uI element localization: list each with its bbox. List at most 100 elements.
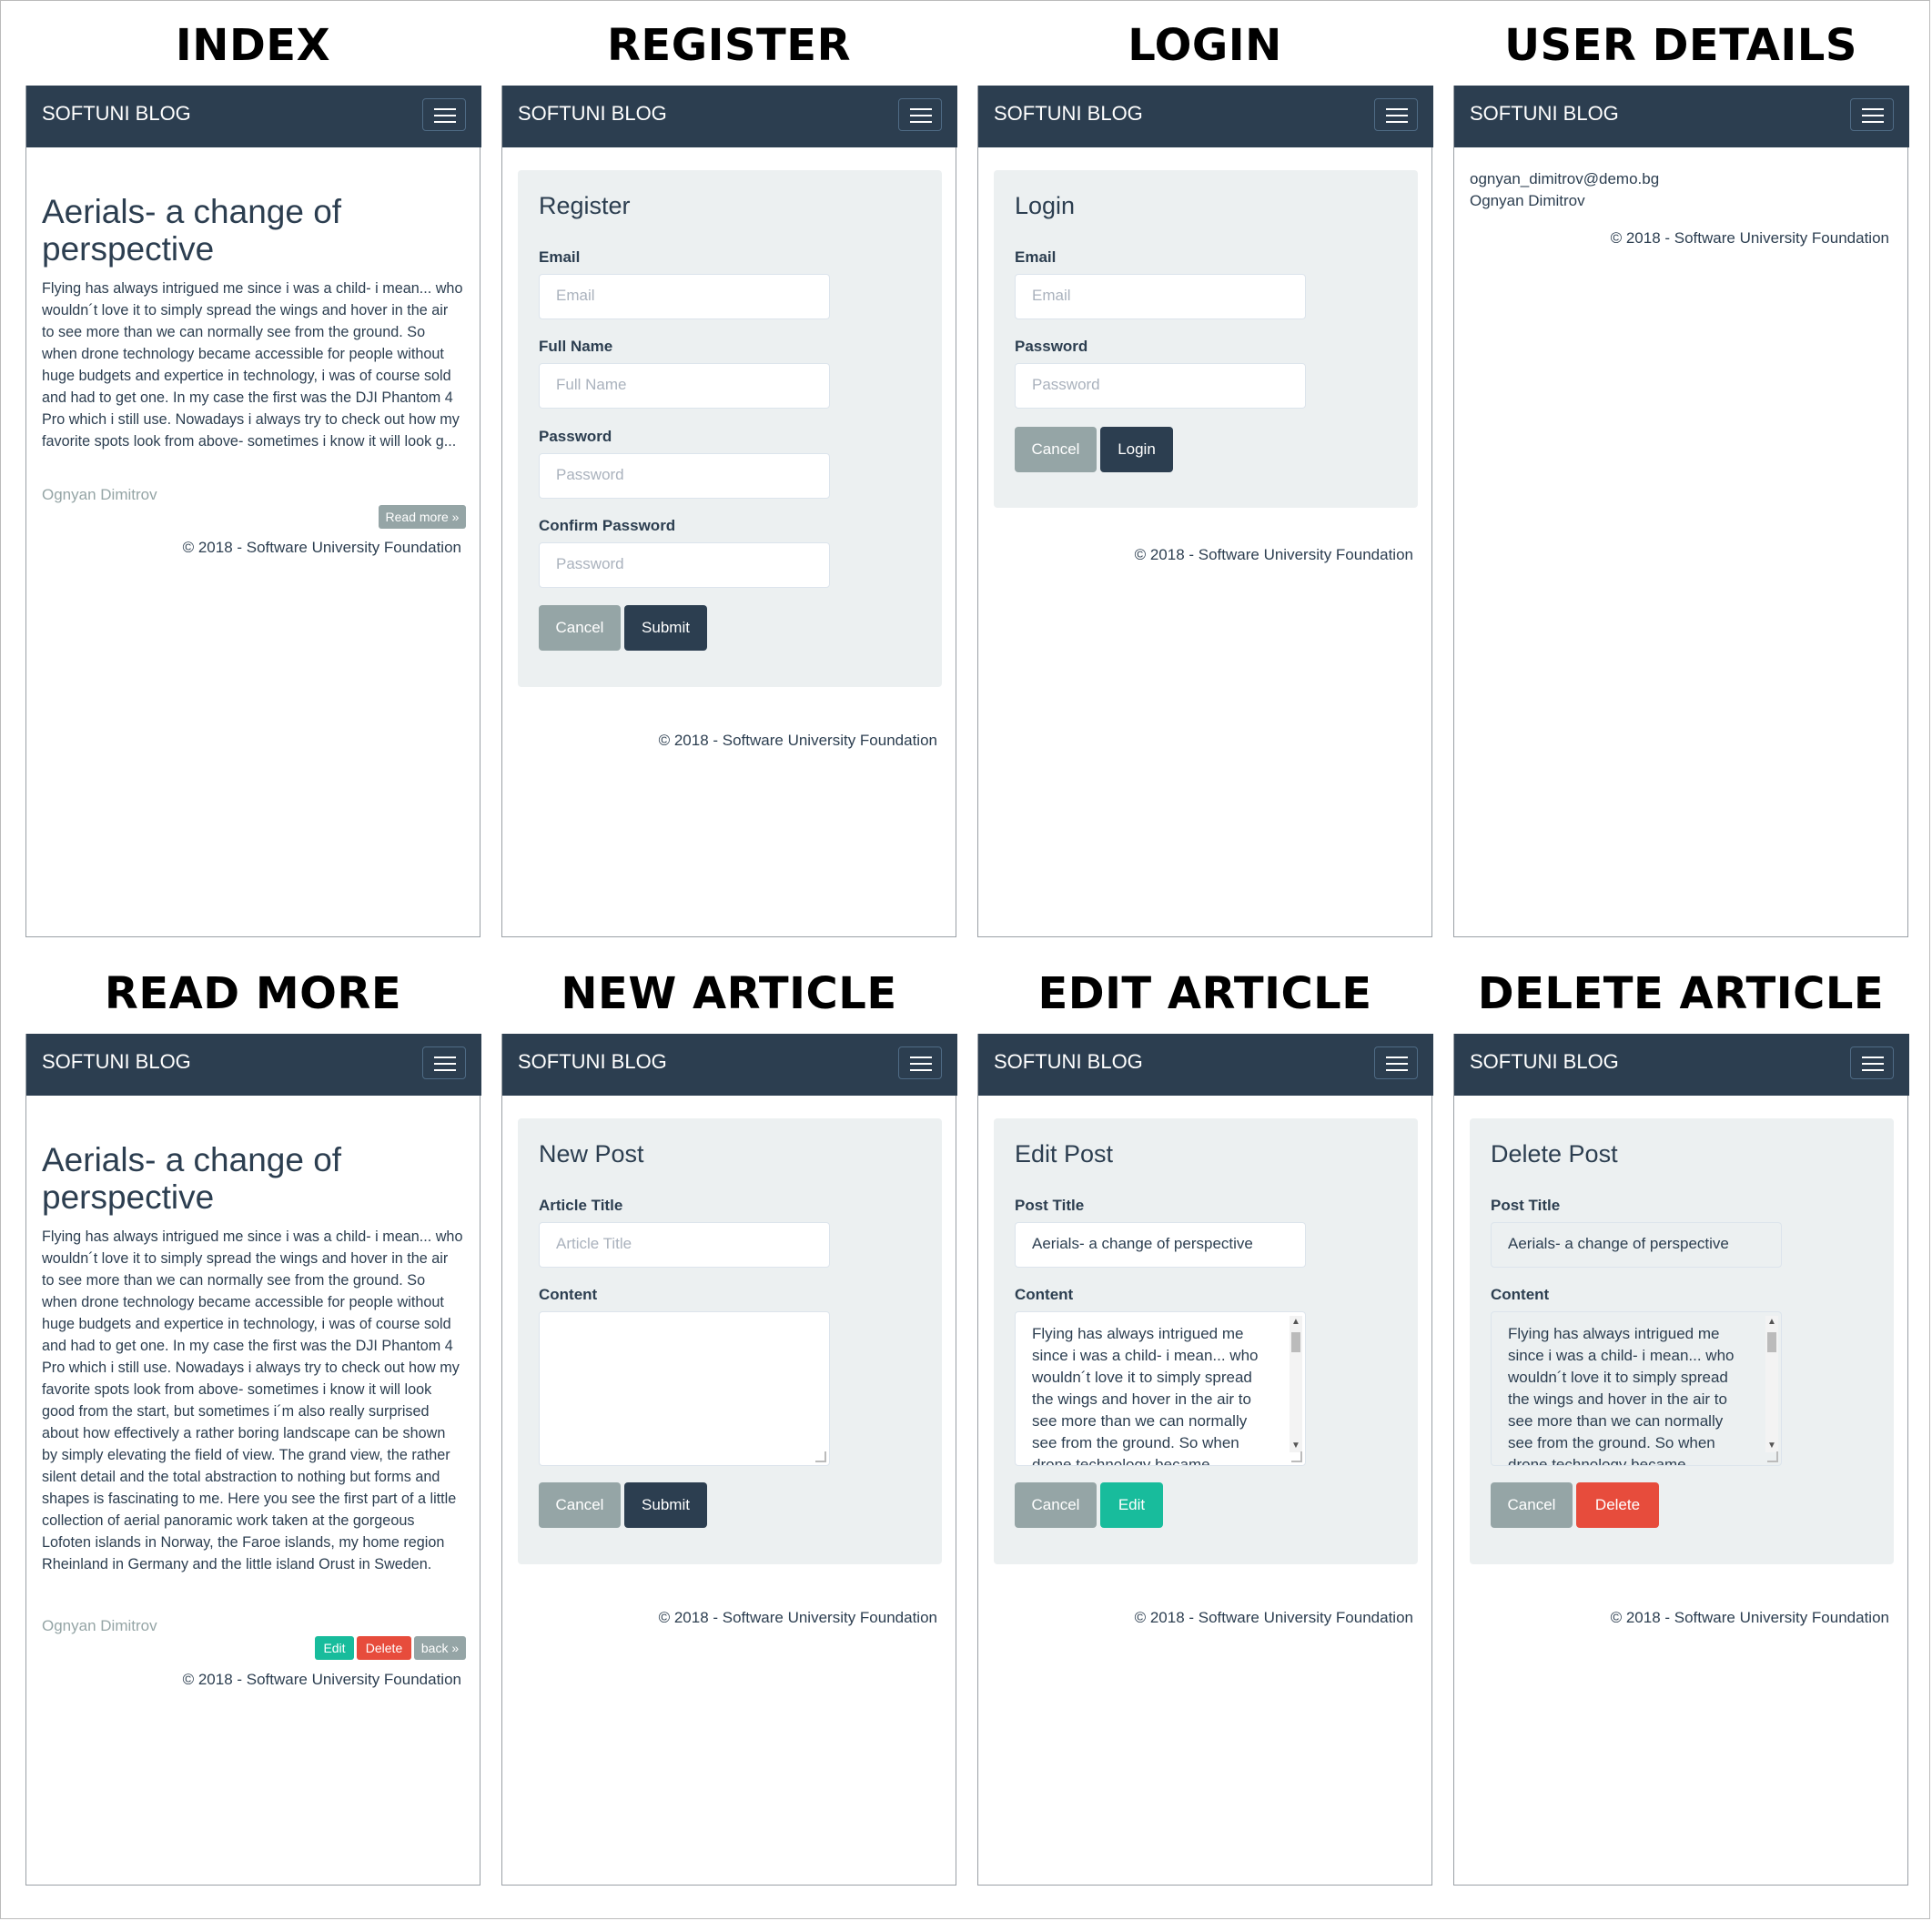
form-legend: Register <box>539 192 631 219</box>
resize-grip-icon[interactable] <box>815 1451 826 1462</box>
content-label: Content <box>1491 1286 1550 1303</box>
screen: SOFTUNI BLOG ognyan_dimitrov@demo.bg Ogn… <box>1453 86 1909 937</box>
navbar-brand[interactable]: SOFTUNI BLOG <box>518 1050 667 1074</box>
full-name-input[interactable]: Full Name <box>539 363 830 409</box>
panel-register: REGISTER SOFTUNI BLOG Register Email Ema… <box>501 0 957 946</box>
panel-title: INDEX <box>175 20 331 71</box>
delete-post-form: Delete Post Post Title Aerials- a change… <box>1470 1118 1894 1564</box>
footer: © 2018 - Software University Foundation <box>182 1671 461 1688</box>
navbar: SOFTUNI BLOG <box>978 86 1433 147</box>
content-label: Content <box>1015 1286 1074 1303</box>
panel-title: DELETE ARTICLE <box>1477 968 1885 1019</box>
scrollbar[interactable]: ▲ ▼ <box>1765 1316 1778 1452</box>
hamburger-menu-icon[interactable] <box>422 1046 466 1079</box>
confirm-password-input[interactable]: Password <box>539 542 830 588</box>
cancel-button[interactable]: Cancel <box>1015 1482 1097 1528</box>
password-input[interactable]: Password <box>1015 363 1306 409</box>
cancel-button[interactable]: Cancel <box>1015 427 1097 472</box>
cancel-button[interactable]: Cancel <box>539 1482 621 1528</box>
post-title-input[interactable]: Aerials- a change of perspective <box>1015 1222 1306 1268</box>
panel-title: READ MORE <box>104 968 402 1019</box>
resize-grip-icon[interactable] <box>1291 1451 1302 1462</box>
content-label: Content <box>539 1286 598 1303</box>
hamburger-menu-icon[interactable] <box>1374 1046 1418 1079</box>
email-label: Email <box>1015 248 1057 266</box>
navbar: SOFTUNI BLOG <box>1454 86 1909 147</box>
login-button[interactable]: Login <box>1100 427 1173 472</box>
hamburger-menu-icon[interactable] <box>898 98 942 131</box>
login-form: Login Email Email Password Password Canc… <box>994 170 1418 508</box>
delete-button[interactable]: Delete <box>1576 1482 1659 1528</box>
scrollbar[interactable]: ▲ ▼ <box>1290 1316 1302 1452</box>
delete-button[interactable]: Delete <box>357 1636 411 1660</box>
article-title: Aerials- a change of perspective <box>42 193 342 268</box>
scrollbar-thumb[interactable] <box>1291 1332 1300 1352</box>
navbar: SOFTUNI BLOG <box>26 86 481 147</box>
resize-grip-icon[interactable] <box>1767 1451 1778 1462</box>
navbar: SOFTUNI BLOG <box>502 86 957 147</box>
content-textarea[interactable]: Flying has always intrigued me since i w… <box>1491 1311 1782 1466</box>
panel-user-details: USER DETAILS SOFTUNI BLOG ognyan_dimitro… <box>1453 0 1909 946</box>
password-label: Password <box>539 428 612 445</box>
panel-title: LOGIN <box>1128 20 1282 71</box>
screen: SOFTUNI BLOG New Post Article Title Arti… <box>501 1034 957 1886</box>
cancel-button[interactable]: Cancel <box>1491 1482 1573 1528</box>
edit-button[interactable]: Edit <box>1100 1482 1163 1528</box>
article-title-input[interactable]: Article Title <box>539 1222 830 1268</box>
confirm-password-label: Confirm Password <box>539 517 676 534</box>
scroll-down-icon[interactable]: ▼ <box>1767 1441 1776 1451</box>
post-title-input[interactable]: Aerials- a change of perspective <box>1491 1222 1782 1268</box>
submit-button[interactable]: Submit <box>624 605 707 651</box>
full-name-label: Full Name <box>539 338 613 355</box>
read-more-button[interactable]: Read more » <box>379 505 466 529</box>
email-input[interactable]: Email <box>1015 274 1306 319</box>
edit-post-form: Edit Post Post Title Aerials- a change o… <box>994 1118 1418 1564</box>
screen: SOFTUNI BLOG Edit Post Post Title Aerial… <box>977 1034 1433 1886</box>
content-text: Flying has always intrigued me since i w… <box>1508 1325 1735 1466</box>
article-body: Flying has always intrigued me since i w… <box>42 1228 463 1572</box>
scroll-down-icon[interactable]: ▼ <box>1291 1441 1300 1451</box>
navbar-brand[interactable]: SOFTUNI BLOG <box>994 1050 1143 1074</box>
edit-button[interactable]: Edit <box>315 1636 354 1660</box>
content-text: Flying has always intrigued me since i w… <box>1032 1325 1259 1466</box>
screen: SOFTUNI BLOG Delete Post Post Title Aeri… <box>1453 1034 1909 1886</box>
cancel-button[interactable]: Cancel <box>539 605 621 651</box>
screen: SOFTUNI BLOG Register Email Email Full N… <box>501 86 957 937</box>
scroll-up-icon[interactable]: ▲ <box>1291 1318 1300 1327</box>
user-full-name: Ognyan Dimitrov <box>1470 192 1585 209</box>
navbar-brand[interactable]: SOFTUNI BLOG <box>1470 1050 1619 1074</box>
panel-read-more: READ MORE SOFTUNI BLOG Aerials- a change… <box>25 948 481 1895</box>
footer: © 2018 - Software University Foundation <box>658 1609 937 1626</box>
navbar-brand[interactable]: SOFTUNI BLOG <box>42 102 191 126</box>
navbar: SOFTUNI BLOG <box>1454 1034 1909 1096</box>
email-input[interactable]: Email <box>539 274 830 319</box>
panel-edit-article: EDIT ARTICLE SOFTUNI BLOG Edit Post Post… <box>977 948 1433 1895</box>
password-input[interactable]: Password <box>539 453 830 499</box>
footer: © 2018 - Software University Foundation <box>658 732 937 749</box>
navbar-brand[interactable]: SOFTUNI BLOG <box>994 102 1143 126</box>
navbar-brand[interactable]: SOFTUNI BLOG <box>42 1050 191 1074</box>
panel-index: INDEX SOFTUNI BLOG Aerials- a change of … <box>25 0 481 946</box>
submit-button[interactable]: Submit <box>624 1482 707 1528</box>
hamburger-menu-icon[interactable] <box>422 98 466 131</box>
screen: SOFTUNI BLOG Aerials- a change of perspe… <box>25 86 481 937</box>
panel-new-article: NEW ARTICLE SOFTUNI BLOG New Post Articl… <box>501 948 957 1895</box>
article-author: Ognyan Dimitrov <box>42 486 157 503</box>
navbar-brand[interactable]: SOFTUNI BLOG <box>1470 102 1619 126</box>
footer: © 2018 - Software University Foundation <box>1134 1609 1413 1626</box>
hamburger-menu-icon[interactable] <box>1374 98 1418 131</box>
hamburger-menu-icon[interactable] <box>898 1046 942 1079</box>
scrollbar-thumb[interactable] <box>1767 1332 1776 1352</box>
navbar-brand[interactable]: SOFTUNI BLOG <box>518 102 667 126</box>
post-title-label: Post Title <box>1491 1197 1561 1214</box>
scroll-up-icon[interactable]: ▲ <box>1767 1318 1776 1327</box>
back-button[interactable]: back » <box>414 1636 466 1660</box>
hamburger-menu-icon[interactable] <box>1850 98 1894 131</box>
post-title-label: Post Title <box>1015 1197 1085 1214</box>
hamburger-menu-icon[interactable] <box>1850 1046 1894 1079</box>
new-post-form: New Post Article Title Article Title Con… <box>518 1118 942 1564</box>
password-label: Password <box>1015 338 1088 355</box>
content-textarea[interactable]: Flying has always intrigued me since i w… <box>1015 1311 1306 1466</box>
form-legend: Delete Post <box>1491 1140 1618 1168</box>
content-textarea[interactable] <box>539 1311 830 1466</box>
